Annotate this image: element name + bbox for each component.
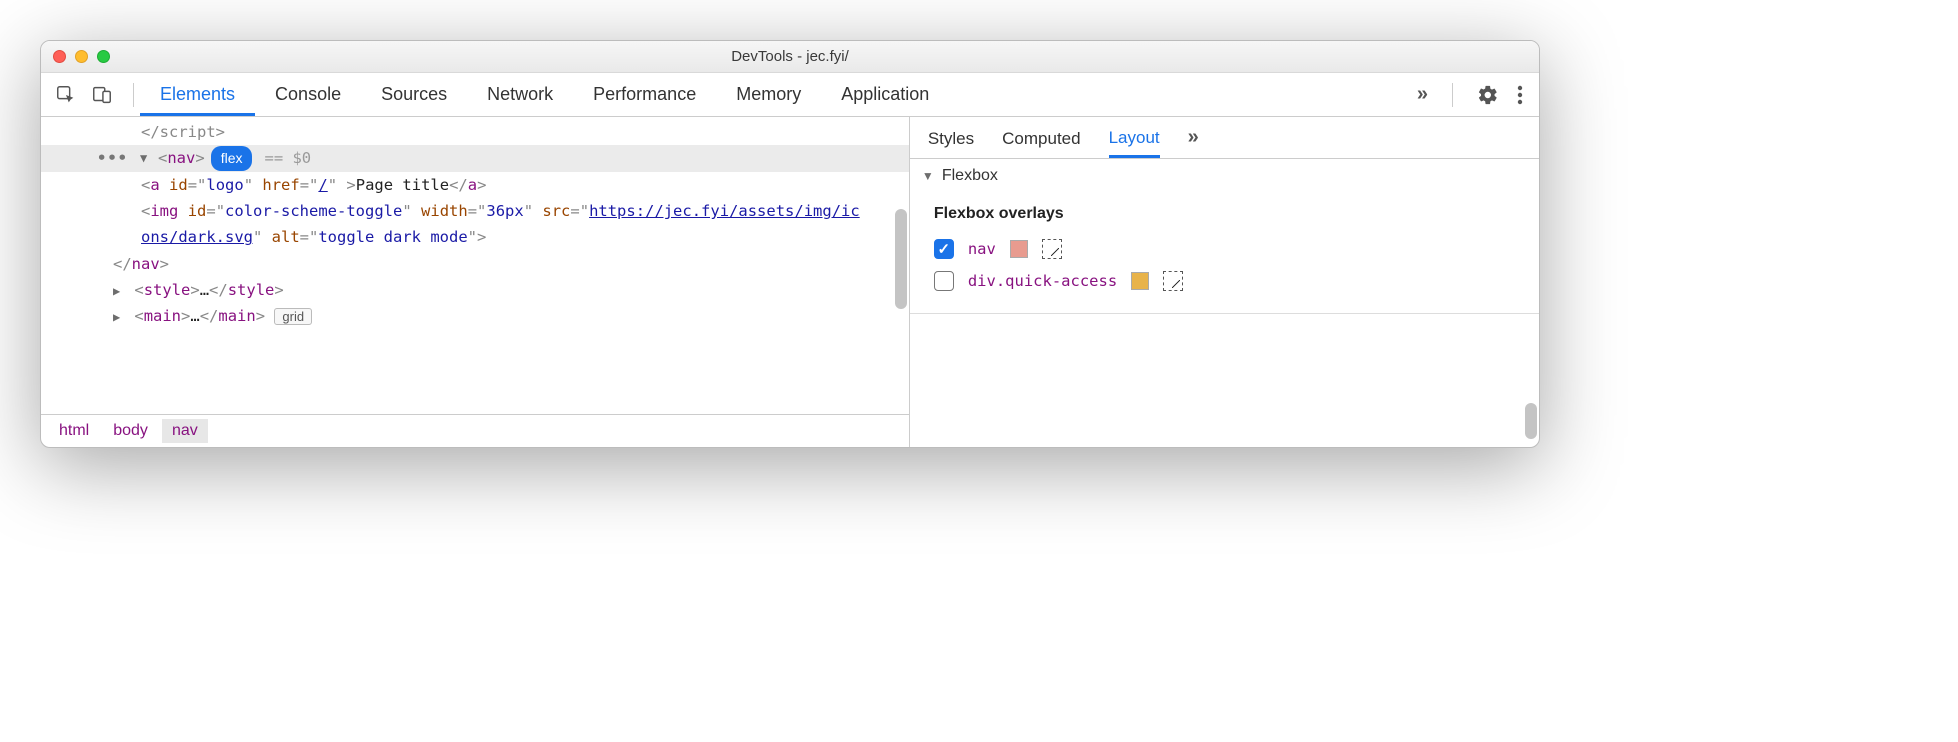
- dom-node-script-close[interactable]: </script​>: [41, 119, 909, 145]
- tab-performance[interactable]: Performance: [573, 73, 716, 116]
- more-menu-icon[interactable]: [1517, 84, 1523, 106]
- breadcrumb-html[interactable]: html: [49, 419, 99, 443]
- overlay-label[interactable]: div.quick-access: [968, 272, 1117, 290]
- scrollbar-thumb[interactable]: [895, 209, 907, 309]
- gutter-actions-icon[interactable]: •••: [87, 145, 134, 171]
- overlay-item-quickaccess: div.quick-access: [934, 265, 1515, 297]
- flexbox-section: Flexbox Flexbox overlays nav div.quick-a…: [910, 159, 1539, 314]
- divider: [133, 83, 134, 107]
- grid-badge[interactable]: grid: [274, 308, 312, 325]
- tab-layout[interactable]: Layout: [1109, 117, 1160, 158]
- flex-badge[interactable]: flex: [211, 146, 253, 172]
- overlay-item-nav: nav: [934, 233, 1515, 265]
- tab-sources[interactable]: Sources: [361, 73, 467, 116]
- selected-indicator: == $0: [258, 145, 311, 171]
- tab-network[interactable]: Network: [467, 73, 573, 116]
- devtools-window: DevTools - jec.fyi/ Elements Console Sou…: [40, 40, 1540, 448]
- overlay-options-icon[interactable]: [1042, 239, 1062, 259]
- dom-node-nav-close[interactable]: </nav>: [41, 251, 909, 277]
- dom-node-img[interactable]: <img id="color-scheme-toggle" width="36p…: [41, 198, 909, 251]
- expand-toggle-icon[interactable]: [113, 281, 125, 301]
- section-title: Flexbox: [942, 167, 998, 185]
- tab-application[interactable]: Application: [821, 73, 949, 116]
- divider: [1452, 83, 1453, 107]
- tab-console[interactable]: Console: [255, 73, 361, 116]
- side-tabbar: Styles Computed Layout »: [910, 117, 1539, 159]
- main-tabbar: Elements Console Sources Network Perform…: [41, 73, 1539, 117]
- dom-node-main[interactable]: <main>…</main> grid: [41, 303, 909, 329]
- dom-node-nav-selected[interactable]: ••• <nav> flex == $0: [41, 145, 909, 171]
- dom-node-a[interactable]: <a id="logo" href="/" >Page title</a>: [41, 172, 909, 198]
- color-swatch[interactable]: [1010, 240, 1028, 258]
- overlay-options-icon[interactable]: [1163, 271, 1183, 291]
- scrollbar-thumb[interactable]: [1525, 403, 1537, 439]
- breadcrumb-body[interactable]: body: [103, 419, 158, 443]
- inspect-element-icon[interactable]: [55, 84, 77, 106]
- section-header[interactable]: Flexbox: [910, 159, 1539, 193]
- titlebar: DevTools - jec.fyi/: [41, 41, 1539, 73]
- section-toggle-icon[interactable]: [922, 169, 934, 183]
- content-area: </script​> ••• <nav> flex == $0 <a: [41, 117, 1539, 447]
- overlays-heading: Flexbox overlays: [934, 197, 1515, 233]
- breadcrumb-nav[interactable]: nav: [162, 419, 208, 443]
- tab-elements[interactable]: Elements: [140, 73, 255, 116]
- device-toolbar-icon[interactable]: [91, 84, 113, 106]
- overlay-checkbox[interactable]: [934, 239, 954, 259]
- overlay-label[interactable]: nav: [968, 240, 996, 258]
- overlay-checkbox[interactable]: [934, 271, 954, 291]
- dom-tree[interactable]: </script​> ••• <nav> flex == $0 <a: [41, 117, 909, 414]
- window-title: DevTools - jec.fyi/: [41, 48, 1539, 65]
- tab-styles[interactable]: Styles: [928, 117, 974, 158]
- settings-icon[interactable]: [1477, 84, 1499, 106]
- expand-toggle-icon[interactable]: [113, 307, 125, 327]
- tabs-overflow-icon[interactable]: »: [1417, 83, 1428, 106]
- color-swatch[interactable]: [1131, 272, 1149, 290]
- dom-node-style[interactable]: <style>…</style>: [41, 277, 909, 303]
- side-tabs-overflow-icon[interactable]: »: [1188, 126, 1199, 149]
- expand-toggle-icon[interactable]: [140, 148, 152, 168]
- styles-pane: Styles Computed Layout » Flexbox Flexbox…: [910, 117, 1539, 447]
- tab-memory[interactable]: Memory: [716, 73, 821, 116]
- elements-pane: </script​> ••• <nav> flex == $0 <a: [41, 117, 910, 447]
- tab-computed[interactable]: Computed: [1002, 117, 1080, 158]
- breadcrumbs: html body nav: [41, 414, 909, 447]
